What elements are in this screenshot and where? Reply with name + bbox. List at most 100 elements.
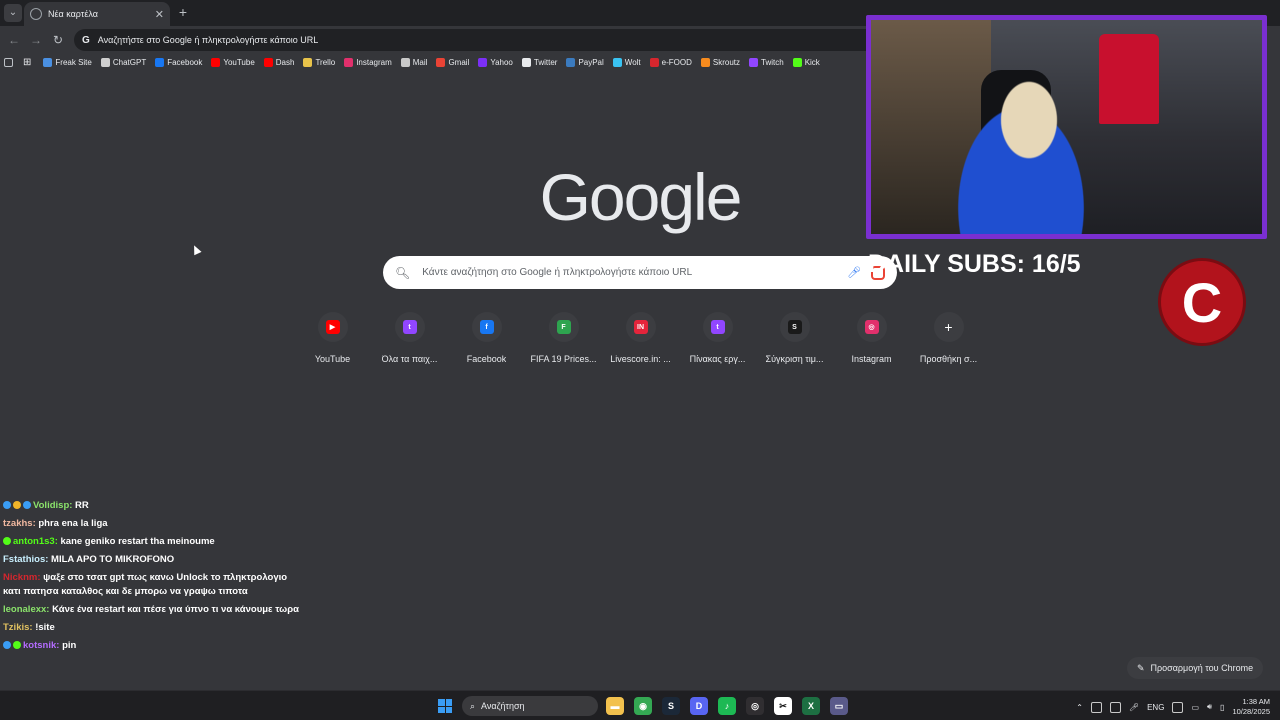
shortcut-tile[interactable]: + Προσθήκη σ... bbox=[910, 312, 987, 364]
bookmark-yahoo[interactable]: Yahoo bbox=[478, 58, 513, 67]
steam-tray-icon[interactable] bbox=[1090, 701, 1102, 713]
bookmark-label: ChatGPT bbox=[112, 58, 147, 67]
webcam-video bbox=[871, 20, 1262, 234]
chat-text: RR bbox=[75, 500, 89, 511]
bookmark-youtube[interactable]: YouTube bbox=[211, 58, 255, 67]
search-input[interactable] bbox=[422, 267, 847, 278]
taskbar-search-placeholder: Αναζήτηση bbox=[481, 701, 525, 711]
shortcut-tile[interactable]: ◎ Instagram bbox=[833, 312, 910, 364]
google-logo: Google bbox=[539, 160, 743, 234]
apps-grid-icon[interactable]: ⊞ bbox=[23, 57, 31, 68]
bookmark-twitter[interactable]: Twitter bbox=[521, 58, 557, 67]
chat-message: Nicknm: ψαξε στο τσατ gpt πως κανω Unloc… bbox=[3, 571, 303, 598]
instagram-icon: ◎ bbox=[864, 320, 879, 334]
bookmark-skroutz[interactable]: Skroutz bbox=[700, 58, 740, 67]
bookmark-freak-site[interactable]: Freak Site bbox=[43, 58, 92, 67]
bookmark-twitch[interactable]: Twitch bbox=[749, 58, 784, 67]
bookmark-dash[interactable]: Dash bbox=[263, 58, 294, 67]
bookmark-chatgpt[interactable]: ChatGPT bbox=[100, 58, 147, 67]
shortcut-tile[interactable]: t Όλα τα παιχ... bbox=[371, 312, 448, 364]
bookmark-gmail[interactable]: Gmail bbox=[436, 58, 469, 67]
webcam-overlay bbox=[866, 15, 1267, 239]
bookmark-paypal[interactable]: PayPal bbox=[566, 58, 604, 67]
bookmark-facebook[interactable]: Facebook bbox=[155, 58, 202, 67]
microphone-icon[interactable]: 🎤︎ bbox=[847, 266, 861, 279]
search-box[interactable]: 🔍︎ 🎤︎ bbox=[383, 256, 897, 289]
shortcut-circle: IN bbox=[625, 312, 656, 342]
customize-chrome-button[interactable]: ✎ Προσαρμογή του Chrome bbox=[1127, 657, 1264, 679]
shortcut-tile[interactable]: ▶ YouTube bbox=[294, 312, 371, 364]
reload-icon[interactable]: ↻ bbox=[50, 32, 66, 48]
language-indicator[interactable]: ENG bbox=[1147, 703, 1164, 712]
tab-search-icon[interactable]: ⌄ bbox=[4, 4, 22, 22]
shortcut-circle: F bbox=[548, 312, 579, 342]
bookmark-kick[interactable]: Kick bbox=[792, 58, 820, 67]
taskbar-apps: ▬ ◉ S D ♪ ◎ ✂ X ▭ bbox=[606, 697, 848, 715]
efood-icon bbox=[649, 58, 659, 67]
trello-icon bbox=[303, 58, 313, 67]
chevron-up-icon[interactable]: ⌃ bbox=[1076, 703, 1083, 712]
new-tab-plus-icon[interactable]: + bbox=[176, 4, 190, 20]
tab-new-tab[interactable]: Νέα καρτέλα ✕ bbox=[24, 2, 170, 26]
battery-icon[interactable]: ▯ bbox=[1220, 703, 1224, 712]
file-explorer-icon[interactable]: ▬ bbox=[606, 697, 624, 715]
forward-arrow-icon[interactable]: → bbox=[28, 32, 44, 48]
chat-username: leonalexx: bbox=[3, 603, 50, 615]
youtube-icon: ▶ bbox=[325, 320, 340, 334]
bookmark-label: e-FOOD bbox=[661, 58, 692, 67]
shortcut-tile[interactable]: F FIFA 19 Prices... bbox=[525, 312, 602, 364]
bookmark-instagram[interactable]: Instagram bbox=[344, 58, 392, 67]
chat-badge-icon bbox=[23, 501, 31, 509]
shortcut-circle: + bbox=[933, 312, 964, 342]
clock[interactable]: 1:38 AM 10/28/2025 bbox=[1232, 697, 1270, 717]
chat-text: kane geniko restart tha meinoume bbox=[60, 536, 215, 548]
chrome-icon[interactable]: ◉ bbox=[634, 697, 652, 715]
youtube-icon bbox=[211, 58, 221, 67]
bookmark-mail[interactable]: Mail bbox=[400, 58, 427, 67]
stream-chat: Volidisp: RR tzakhs: phra ena la liga anto… bbox=[3, 499, 303, 657]
back-arrow-icon[interactable]: ← bbox=[6, 32, 22, 48]
excel-icon[interactable]: X bbox=[802, 697, 820, 715]
keyboard-icon[interactable] bbox=[1172, 701, 1184, 713]
sidebar-toggle-icon[interactable] bbox=[4, 58, 13, 67]
windows-start-icon[interactable] bbox=[438, 699, 452, 713]
bookmark-label: Facebook bbox=[167, 58, 203, 67]
bookmark-wolt[interactable]: Wolt bbox=[612, 58, 641, 67]
discord-icon[interactable]: D bbox=[690, 697, 708, 715]
chat-badge-icon bbox=[3, 501, 11, 509]
shortcut-tile[interactable]: f Facebook bbox=[448, 312, 525, 364]
bookmark-e-food[interactable]: e-FOOD bbox=[649, 58, 692, 67]
network-icon[interactable]: ▭ bbox=[1191, 703, 1199, 712]
omnibox-placeholder: Αναζητήστε στο Google ή πληκτρολογήστε κ… bbox=[97, 35, 319, 45]
twitch-icon: t bbox=[710, 320, 725, 334]
spotify-icon[interactable]: ♪ bbox=[718, 697, 736, 715]
youtube-icon bbox=[263, 58, 273, 67]
close-icon[interactable]: ✕ bbox=[155, 8, 164, 21]
chat-text: Κάνε ένα restart και πέσε για ύπνο τι να… bbox=[52, 603, 299, 615]
skroutz-icon bbox=[700, 58, 710, 67]
bookmark-trello[interactable]: Trello bbox=[303, 58, 335, 67]
skroutz-icon: S bbox=[787, 320, 802, 334]
shortcut-label: Instagram bbox=[851, 354, 892, 364]
taskbar-search[interactable]: ⌕ Αναζήτηση bbox=[462, 696, 598, 716]
microphone-tray-icon[interactable]: 🎤︎ bbox=[1129, 703, 1139, 712]
tab-title: Νέα καρτέλα bbox=[48, 9, 98, 19]
tray-app-icon[interactable] bbox=[1109, 701, 1121, 713]
shortcut-tile[interactable]: S Σύγκριση τιμ... bbox=[756, 312, 833, 364]
chat-username: Volidisp: bbox=[33, 500, 73, 511]
shortcut-circle: f bbox=[471, 312, 502, 342]
windows-taskbar: ⌕ Αναζήτηση ▬ ◉ S D ♪ ◎ ✂ X ▭ ⌃ 🎤︎ ENG ▭ 🔊︎ ▯ 1:… bbox=[0, 690, 1280, 720]
capcut-icon[interactable]: ✂ bbox=[774, 697, 792, 715]
shortcut-tile[interactable]: IN Livescore.in: ... bbox=[602, 312, 679, 364]
steam-icon[interactable]: S bbox=[662, 697, 680, 715]
gmail-icon bbox=[436, 58, 446, 67]
app-icon[interactable]: ▭ bbox=[830, 697, 848, 715]
obs-icon[interactable]: ◎ bbox=[746, 697, 764, 715]
daily-subs-counter: DAILY SUBS: 16/5 bbox=[868, 250, 1081, 278]
volume-icon[interactable]: 🔊︎ bbox=[1207, 702, 1212, 712]
bookmark-label: PayPal bbox=[578, 58, 604, 67]
shortcut-tile[interactable]: t Πίνακας εργ... bbox=[679, 312, 756, 364]
paypal-icon bbox=[566, 58, 576, 67]
shortcut-circle: ◎ bbox=[856, 312, 887, 342]
shortcut-label: Πίνακας εργ... bbox=[689, 354, 746, 364]
